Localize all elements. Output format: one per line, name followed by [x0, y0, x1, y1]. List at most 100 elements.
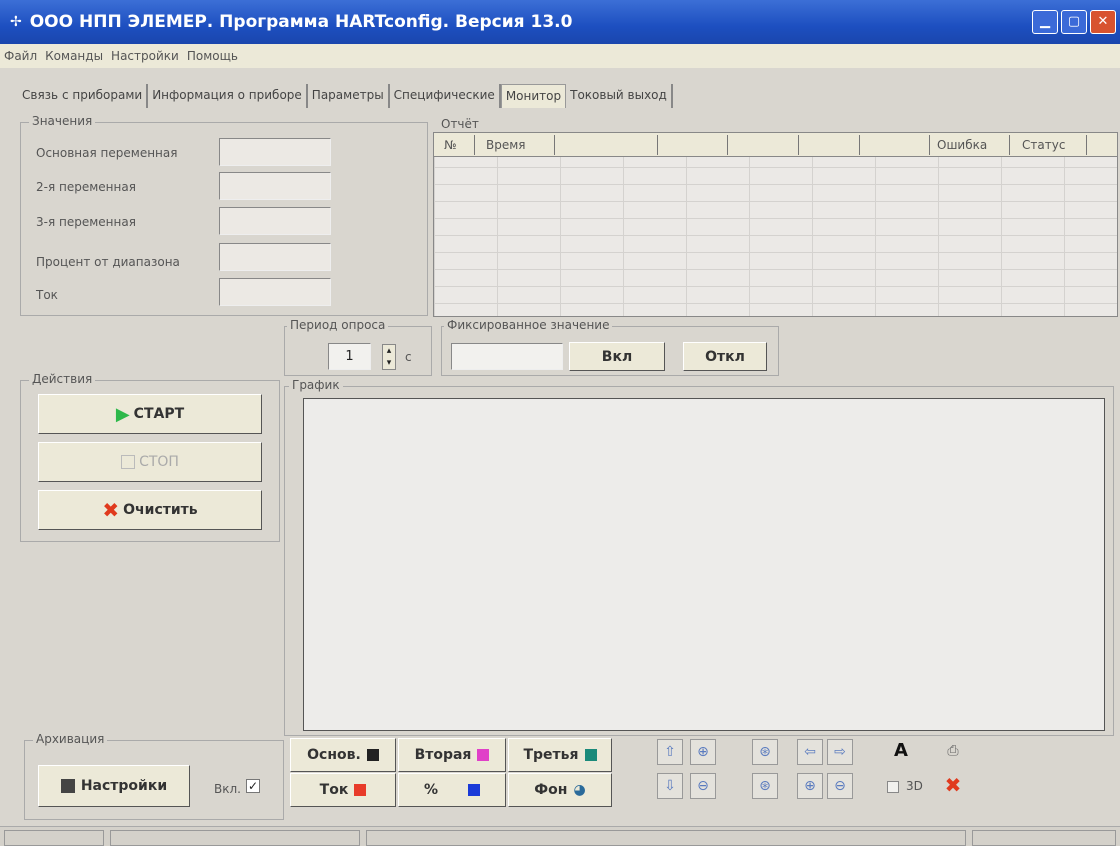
second-variable-field	[219, 172, 331, 200]
series-second-swatch	[477, 749, 490, 761]
tab-current-output[interactable]: Токовый выход	[566, 84, 673, 108]
menu-commands[interactable]: Команды	[45, 49, 103, 63]
print-icon[interactable]: ⎙	[940, 739, 966, 765]
poll-period-unit: с	[405, 350, 412, 364]
series-percent-label: %	[423, 782, 439, 798]
three-d-checkbox[interactable]	[887, 781, 899, 793]
palette-icon: ◕	[573, 782, 586, 798]
window-title: ООО НПП ЭЛЕМЕР. Программа HARTconfig. Ве…	[29, 12, 573, 32]
series-current-label: Ток	[319, 782, 349, 798]
status-panel-2	[110, 830, 360, 846]
text-font-icon[interactable]: A	[888, 739, 914, 765]
archive-enabled-label: Вкл.	[214, 782, 241, 796]
play-icon: ▶	[115, 403, 130, 425]
range-percent-label: Процент от диапазона	[36, 255, 180, 269]
clear-icon: ✖	[102, 498, 120, 522]
clear-button[interactable]: ✖ Очистить	[38, 490, 262, 530]
graph-canvas[interactable]	[303, 398, 1105, 731]
fixed-value-input[interactable]	[451, 343, 563, 370]
scroll-left-icon[interactable]: ⇦	[797, 739, 823, 765]
poll-period-spinner[interactable]: ▴ ▾	[382, 344, 396, 370]
minimize-button[interactable]: ▁	[1032, 10, 1058, 34]
col-error[interactable]: Ошибка	[937, 138, 987, 152]
clear-label: Очистить	[123, 502, 198, 518]
series-current-swatch	[354, 784, 367, 796]
delete-icon[interactable]: ✖	[940, 773, 966, 799]
app-icon: ✢	[10, 14, 22, 30]
scroll-up-icon[interactable]: ⇧	[657, 739, 683, 765]
zoom-fit-vertical-icon[interactable]: ⊛	[752, 739, 778, 765]
zoom-out-vertical-icon[interactable]: ⊖	[690, 773, 716, 799]
actions-legend: Действия	[29, 372, 96, 386]
series-second-button[interactable]: Вторая	[398, 738, 506, 772]
zoom-in-horizontal-icon[interactable]: ⊕	[797, 773, 823, 799]
menu-settings[interactable]: Настройки	[111, 49, 179, 63]
report-header: № Время Ошибка Статус	[434, 133, 1117, 157]
zoom-out-horizontal-icon[interactable]: ⊖	[827, 773, 853, 799]
poll-period-input[interactable]: 1	[328, 343, 371, 370]
close-button[interactable]: ✕	[1090, 10, 1116, 34]
start-label: СТАРТ	[133, 406, 185, 422]
series-percent-button[interactable]: %	[398, 773, 506, 807]
series-second-label: Вторая	[414, 747, 472, 763]
values-legend: Значения	[29, 114, 96, 128]
fixed-on-button[interactable]: Вкл	[569, 342, 665, 371]
main-variable-field	[219, 138, 331, 166]
series-third-button[interactable]: Третья	[508, 738, 612, 772]
menu-bar: Файл Команды Настройки Помощь	[0, 44, 1120, 68]
stop-button[interactable]: СТОП	[38, 442, 262, 482]
stop-icon	[121, 455, 136, 469]
status-panel-1	[4, 830, 104, 846]
third-variable-field	[219, 207, 331, 235]
fixed-off-button[interactable]: Откл	[683, 342, 767, 371]
series-main-label: Основ.	[307, 747, 361, 763]
col-number[interactable]: №	[444, 138, 456, 152]
poll-period-legend: Период опроса	[287, 318, 389, 332]
tab-device-info[interactable]: Информация о приборе	[148, 84, 308, 108]
third-variable-label: 3-я переменная	[36, 215, 136, 229]
series-background-button[interactable]: Фон ◕	[508, 773, 612, 807]
series-main-swatch	[366, 749, 379, 761]
tab-parameters[interactable]: Параметры	[308, 84, 390, 108]
title-bar: ✢ ООО НПП ЭЛЕМЕР. Программа HARTconfig. …	[0, 0, 1120, 44]
archive-settings-button[interactable]: Настройки	[38, 765, 190, 807]
tab-specific[interactable]: Специфические	[390, 84, 501, 108]
current-field	[219, 278, 331, 306]
status-panel-4	[972, 830, 1116, 846]
archive-settings-label: Настройки	[80, 778, 168, 794]
zoom-in-vertical-icon[interactable]: ⊕	[690, 739, 716, 765]
status-bar	[0, 826, 1120, 846]
status-panel-3	[366, 830, 966, 846]
archive-legend: Архивация	[33, 732, 108, 746]
series-main-button[interactable]: Основ.	[290, 738, 396, 772]
second-variable-label: 2-я переменная	[36, 180, 136, 194]
series-third-label: Третья	[523, 747, 579, 763]
menu-file[interactable]: Файл	[4, 49, 37, 63]
archive-enabled-checkbox[interactable]: ✓	[246, 779, 260, 793]
col-time[interactable]: Время	[486, 138, 526, 152]
tab-strip: Связь с приборами Информация о приборе П…	[18, 84, 673, 108]
scroll-right-icon[interactable]: ⇨	[827, 739, 853, 765]
main-variable-label: Основная переменная	[36, 146, 178, 160]
series-background-label: Фон	[534, 782, 568, 798]
start-button[interactable]: ▶ СТАРТ	[38, 394, 262, 434]
save-icon	[60, 779, 75, 793]
tab-connection[interactable]: Связь с приборами	[18, 84, 149, 108]
col-status[interactable]: Статус	[1022, 138, 1065, 152]
series-current-button[interactable]: Ток	[290, 773, 396, 807]
zoom-fit-horizontal-icon[interactable]: ⊛	[752, 773, 778, 799]
current-label: Ток	[36, 288, 58, 302]
three-d-label: 3D	[906, 779, 923, 793]
report-table[interactable]: № Время Ошибка Статус	[433, 132, 1118, 317]
series-third-swatch	[584, 749, 597, 761]
graph-legend: График	[289, 378, 343, 392]
report-legend: Отчёт	[441, 117, 479, 131]
range-percent-field	[219, 243, 331, 271]
scroll-down-icon[interactable]: ⇩	[657, 773, 683, 799]
fixed-value-legend: Фиксированное значение	[444, 318, 613, 332]
maximize-button[interactable]: ▢	[1061, 10, 1087, 34]
menu-help[interactable]: Помощь	[187, 49, 238, 63]
tab-monitor[interactable]: Монитор	[500, 84, 567, 108]
stop-label: СТОП	[139, 454, 179, 470]
series-percent-swatch	[468, 784, 481, 796]
